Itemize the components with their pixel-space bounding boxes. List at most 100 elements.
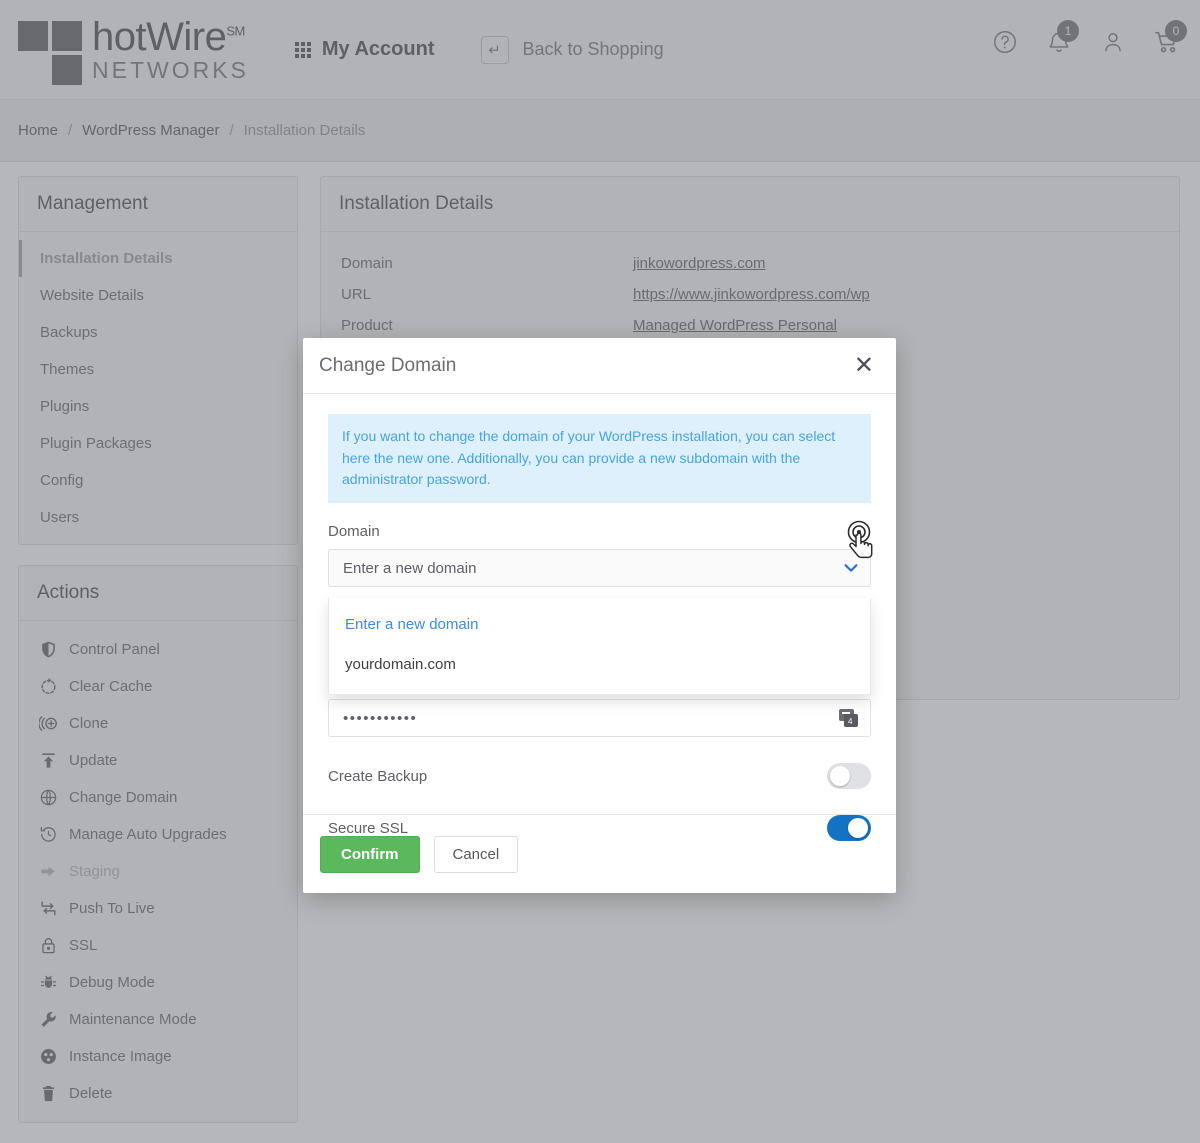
action-label: Delete xyxy=(69,1085,113,1102)
action-update[interactable]: Update xyxy=(19,742,297,779)
sidebar-item-label: Config xyxy=(40,472,84,489)
back-to-shopping-button[interactable]: ↵ Back to Shopping xyxy=(480,35,664,64)
detail-key: URL xyxy=(341,286,372,303)
dropdown-option-yourdomain[interactable]: yourdomain.com xyxy=(329,644,870,684)
action-label: Clear Cache xyxy=(69,678,153,695)
my-account-button[interactable]: My Account xyxy=(294,38,435,61)
action-label: Control Panel xyxy=(69,641,160,658)
breadcrumb-wordpress-manager[interactable]: WordPress Manager xyxy=(82,122,219,139)
shield-icon xyxy=(39,640,69,659)
cancel-button[interactable]: Cancel xyxy=(433,835,519,873)
create-backup-label: Create Backup xyxy=(328,767,428,785)
logo-text-bottom: NETWORKS xyxy=(92,57,249,83)
shopping-cart-icon[interactable]: 0 xyxy=(1150,20,1187,62)
management-card: Management Installation Details Website … xyxy=(18,176,298,545)
action-manage-auto-upgrades[interactable]: Manage Auto Upgrades xyxy=(19,816,297,853)
arrow-right-icon xyxy=(39,862,69,881)
change-domain-modal: Change Domain ✕ If you want to change th… xyxy=(303,338,896,893)
action-maintenance-mode[interactable]: Maintenance Mode xyxy=(19,1001,297,1038)
wrench-icon xyxy=(39,1010,69,1029)
dropdown-option-enter-new-domain[interactable]: Enter a new domain xyxy=(329,604,870,644)
sidebar-item-themes[interactable]: Themes xyxy=(19,351,297,388)
user-account-icon[interactable] xyxy=(1096,22,1130,62)
action-debug-mode[interactable]: Debug Mode xyxy=(19,964,297,1001)
action-label: Clone xyxy=(69,715,109,732)
grid-apps-icon xyxy=(294,41,311,58)
action-label: Debug Mode xyxy=(69,974,155,991)
detail-value-domain[interactable]: jinkowordpress.com xyxy=(633,255,766,272)
cart-badge: 0 xyxy=(1165,20,1187,42)
notifications-bell-icon[interactable]: 1 xyxy=(1042,20,1079,62)
domain-select-value: Enter a new domain xyxy=(343,559,477,577)
action-clear-cache[interactable]: Clear Cache xyxy=(19,668,297,705)
action-label: Manage Auto Upgrades xyxy=(69,826,227,843)
trash-icon xyxy=(39,1084,69,1103)
sidebar-item-label: Backups xyxy=(40,324,98,341)
close-icon[interactable]: ✕ xyxy=(850,353,878,378)
sidebar-item-website-details[interactable]: Website Details xyxy=(19,277,297,314)
modal-title: Change Domain xyxy=(319,354,457,376)
action-staging: Staging xyxy=(19,853,297,890)
sidebar-item-config[interactable]: Config xyxy=(19,462,297,499)
modal-info-note: If you want to change the domain of your… xyxy=(328,414,871,504)
action-control-panel[interactable]: Control Panel xyxy=(19,631,297,668)
actions-card: Actions Control Panel Clear Cache Clone … xyxy=(18,565,298,1123)
sidebar-item-label: Installation Details xyxy=(40,250,173,267)
modal-footer: Confirm Cancel xyxy=(303,814,896,893)
sidebar-item-label: Users xyxy=(40,509,80,526)
domain-dropdown-list: Enter a new domain yourdomain.com xyxy=(328,598,871,695)
logo-sm-mark: SM xyxy=(226,23,245,39)
breadcrumb: Home / WordPress Manager / Installation … xyxy=(0,100,1200,162)
action-label: Change Domain xyxy=(69,789,178,806)
detail-value-product[interactable]: Managed WordPress Personal xyxy=(633,317,837,334)
action-label: Maintenance Mode xyxy=(69,1011,197,1028)
brand-logo[interactable]: hotWireSM NETWORKS xyxy=(18,17,249,85)
password-masked-value: ••••••••••• xyxy=(343,709,418,727)
action-label: Staging xyxy=(69,863,120,880)
new-password-input[interactable]: ••••••••••• 4 xyxy=(328,699,871,738)
help-circle-icon[interactable] xyxy=(988,22,1022,62)
detail-key: Product xyxy=(341,317,393,334)
create-backup-toggle[interactable] xyxy=(827,763,871,790)
logo-text-top: hotWire xyxy=(92,15,227,59)
film-reel-icon xyxy=(39,1047,69,1066)
dropdown-option-label: Enter a new domain xyxy=(345,615,479,633)
action-label: Update xyxy=(69,752,118,769)
enter-key-icon: ↵ xyxy=(480,35,509,64)
sidebar-item-users[interactable]: Users xyxy=(19,499,297,536)
logo-squares-icon xyxy=(18,17,88,85)
sidebar-item-plugin-packages[interactable]: Plugin Packages xyxy=(19,425,297,462)
swap-arrows-icon xyxy=(39,899,69,918)
sidebar-item-label: Themes xyxy=(40,361,95,378)
action-delete[interactable]: Delete xyxy=(19,1075,297,1112)
detail-key: Domain xyxy=(341,255,393,272)
clone-plus-icon xyxy=(39,714,69,733)
sidebar-item-backups[interactable]: Backups xyxy=(19,314,297,351)
action-instance-image[interactable]: Instance Image xyxy=(19,1038,297,1075)
detail-value-url[interactable]: https://www.jinkowordpress.com/wp xyxy=(633,286,870,303)
upload-arrow-icon xyxy=(39,751,69,770)
breadcrumb-separator-2: / xyxy=(229,122,234,139)
logo-wordmark: hotWireSM NETWORKS xyxy=(92,17,249,82)
action-push-to-live[interactable]: Push To Live xyxy=(19,890,297,927)
management-title: Management xyxy=(19,177,297,232)
app-root: hotWireSM NETWORKS My Account ↵ Back to … xyxy=(0,0,1200,1143)
bell-badge: 1 xyxy=(1057,20,1079,42)
confirm-button[interactable]: Confirm xyxy=(320,835,420,873)
back-to-shopping-label: Back to Shopping xyxy=(522,39,664,59)
sidebar-item-label: Plugins xyxy=(40,398,90,415)
globe-icon xyxy=(39,788,69,807)
password-manager-icon[interactable]: 4 xyxy=(839,709,858,728)
app-header: hotWireSM NETWORKS My Account ↵ Back to … xyxy=(0,0,1200,100)
sidebar-item-installation-details[interactable]: Installation Details xyxy=(19,240,297,277)
toggle-knob xyxy=(830,766,850,787)
actions-title: Actions xyxy=(19,566,297,621)
breadcrumb-current: Installation Details xyxy=(243,122,366,139)
sidebar-item-plugins[interactable]: Plugins xyxy=(19,388,297,425)
breadcrumb-home[interactable]: Home xyxy=(18,122,58,139)
action-change-domain[interactable]: Change Domain xyxy=(19,779,297,816)
action-label: SSL xyxy=(69,937,98,954)
domain-select[interactable]: Enter a new domain xyxy=(328,549,871,588)
action-clone[interactable]: Clone xyxy=(19,705,297,742)
action-ssl[interactable]: SSL xyxy=(19,927,297,964)
